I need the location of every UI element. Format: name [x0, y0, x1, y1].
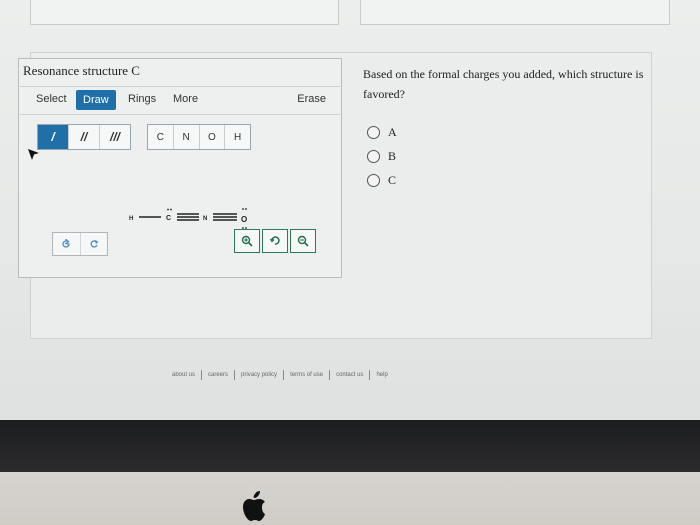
structure-editor: Resonance structure C Select Draw Rings …: [18, 58, 342, 278]
answer-options: A B C: [367, 120, 397, 192]
option-c[interactable]: C: [367, 168, 397, 192]
atom-h-button[interactable]: H: [225, 125, 250, 149]
atom-n-button[interactable]: N: [174, 125, 200, 149]
footer-divider: [234, 370, 236, 380]
atom-tools: C N O H: [147, 124, 251, 150]
monitor-chin: [0, 472, 700, 525]
footer-careers[interactable]: careers: [208, 372, 228, 378]
atom-c-button[interactable]: C: [148, 125, 174, 149]
undo-icon[interactable]: [53, 233, 81, 255]
editor-title: Resonance structure C: [23, 63, 140, 78]
radio-a[interactable]: [367, 125, 380, 139]
option-b-label: B: [388, 148, 397, 163]
atom-n[interactable]: N: [203, 216, 207, 222]
reset-zoom-icon[interactable]: [262, 229, 288, 253]
option-a[interactable]: A: [367, 120, 397, 144]
lone-pair-o-dot: [245, 208, 247, 210]
footer-divider: [369, 370, 371, 380]
top-card-left: [30, 0, 339, 25]
footer-about[interactable]: about us: [172, 372, 195, 378]
radio-c[interactable]: [367, 173, 380, 187]
footer-links: about us careers privacy policy terms of…: [172, 370, 388, 380]
footer-terms[interactable]: terms of use: [290, 372, 323, 378]
footer-divider: [329, 370, 331, 380]
atom-c[interactable]: C: [166, 215, 171, 222]
history-tools: [52, 232, 108, 256]
top-card-right: [360, 0, 670, 25]
footer-divider: [201, 370, 203, 380]
option-c-label: C: [388, 172, 397, 187]
lone-pair-c-dot: [170, 208, 172, 211]
atom-o[interactable]: O: [241, 215, 247, 224]
footer-contact[interactable]: contact us: [336, 372, 363, 378]
editor-tabbar: Select Draw Rings More Erase: [20, 86, 340, 115]
zoom-in-icon[interactable]: [234, 229, 260, 253]
footer-help[interactable]: help: [376, 372, 387, 378]
lone-pair-o-dot: [242, 208, 244, 210]
single-bond-button[interactable]: /: [38, 125, 69, 149]
erase-button[interactable]: Erase: [297, 93, 326, 105]
triple-bond-button[interactable]: ///: [100, 125, 130, 149]
tab-more[interactable]: More: [173, 93, 198, 105]
tab-draw[interactable]: Draw: [76, 90, 116, 110]
question-text: Based on the formal charges you added, w…: [363, 67, 644, 101]
option-b[interactable]: B: [367, 144, 397, 168]
atom-o-button[interactable]: O: [200, 125, 226, 149]
double-bond-button[interactable]: //: [69, 125, 100, 149]
zoom-out-icon[interactable]: [290, 229, 316, 253]
apple-logo-icon: [243, 491, 265, 521]
bond-tools: / // ///: [37, 124, 131, 150]
tab-rings[interactable]: Rings: [128, 93, 156, 105]
footer-privacy[interactable]: privacy policy: [241, 372, 277, 378]
option-a-label: A: [388, 124, 397, 139]
radio-b[interactable]: [367, 149, 380, 163]
browser-screen: Resonance structure C Select Draw Rings …: [0, 0, 700, 420]
redo-icon[interactable]: [81, 233, 108, 255]
monitor-bezel: [0, 420, 700, 472]
tab-select[interactable]: Select: [36, 93, 67, 105]
footer-divider: [283, 370, 285, 380]
lone-pair-c-dot: [167, 208, 169, 211]
mouse-pointer-icon: [28, 149, 39, 160]
zoom-tools: [234, 229, 322, 253]
atom-h[interactable]: H: [129, 216, 133, 222]
